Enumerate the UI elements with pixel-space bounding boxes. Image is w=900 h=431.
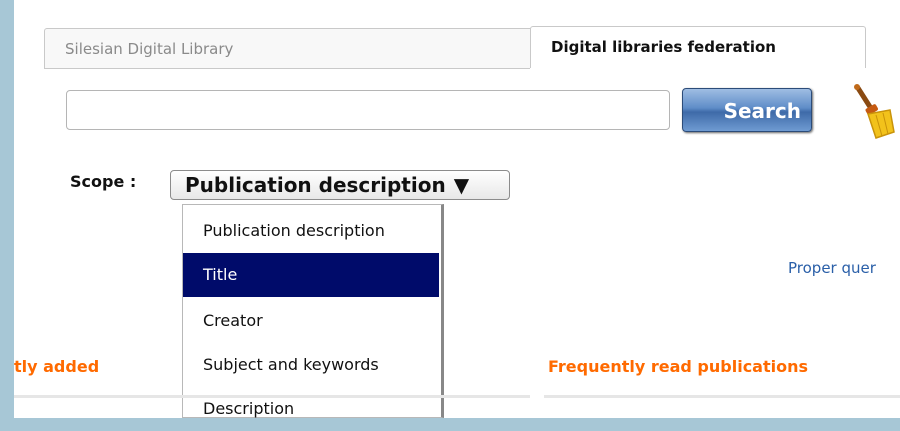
section-divider [544,395,900,398]
proper-query-link[interactable]: Proper quer [788,259,876,277]
scope-dropdown-list: Publication description Title Creator Su… [182,204,444,418]
scope-option-creator[interactable]: Creator [183,299,439,343]
tab-silesian-digital-library[interactable]: Silesian Digital Library [44,28,537,68]
scope-label: Scope : [70,172,137,191]
scope-selected-value: Publication description [185,173,446,197]
frequently-read-heading: Frequently read publications [548,357,809,376]
scope-option-title[interactable]: Title [183,253,439,297]
search-panel: Silesian Digital Library Digital librari… [14,0,900,418]
search-button[interactable]: Search [682,88,812,132]
section-divider [14,395,530,398]
broom-icon[interactable] [846,82,896,142]
recently-added-heading: tly added [14,357,100,376]
scope-option-subject-and-keywords[interactable]: Subject and keywords [183,343,439,387]
scope-select[interactable]: Publication description ▼ [170,170,510,200]
tab-label: Silesian Digital Library [65,40,234,58]
search-input[interactable] [66,90,670,130]
scope-option-publication-description[interactable]: Publication description [183,209,439,253]
chevron-down-icon: ▼ [453,173,470,197]
tab-label: Digital libraries federation [551,38,776,56]
tab-digital-libraries-federation[interactable]: Digital libraries federation [530,26,866,68]
tab-divider [44,68,530,69]
scope-option-description[interactable]: Description [183,387,439,431]
